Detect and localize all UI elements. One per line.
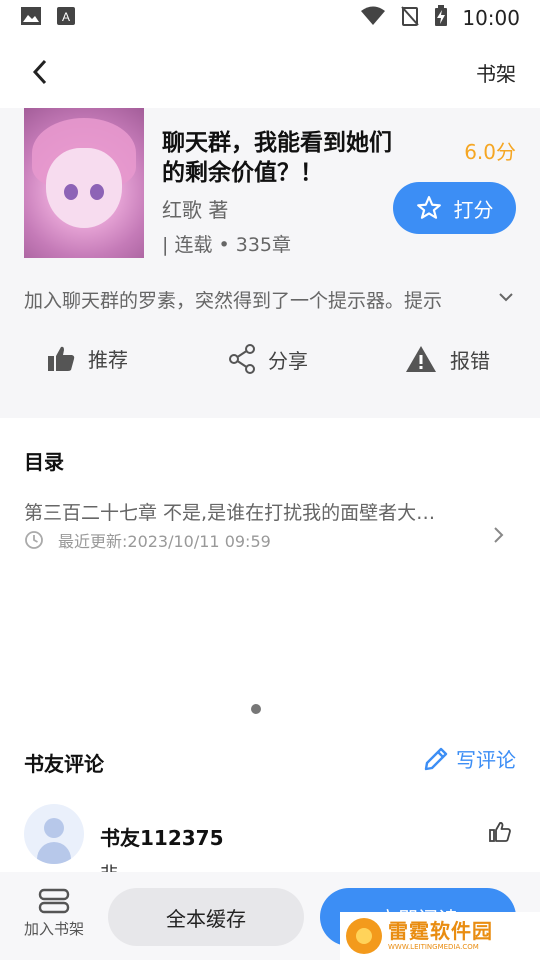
expand-synopsis-button[interactable] [498,288,514,307]
watermark: 雷霆软件园 WWW.LEITINGMEDIA.COM [340,912,540,960]
orange-logo-icon [346,918,382,954]
page-indicator-dot [251,704,261,714]
chevron-right-icon [492,526,504,548]
comments-title: 书友评论 [24,752,104,776]
battery-charging-icon [434,5,448,31]
book-cover [24,108,144,258]
star-icon [416,196,441,219]
latest-chapter-title: 第三百二十七章 不是,是谁在打扰我的面壁者大… [24,502,436,524]
watermark-url: WWW.LEITINGMEDIA.COM [388,943,479,951]
book-title: 聊天群，我能看到她们的剩余价值？！ [162,130,392,186]
chevron-left-icon [32,59,47,85]
rate-button-label: 打分 [453,197,494,222]
book-meta: | 连载 • 335章 [162,234,291,256]
rate-button[interactable]: 打分 [393,182,516,234]
add-to-shelf-button[interactable]: 加入书架 [18,888,90,939]
book-header: 聊天群，我能看到她们的剩余价值？！ 6.0分 红歌 著 | 连载 • 335章 … [0,108,540,418]
top-bar: 书架 [0,36,540,108]
write-comment-button[interactable]: 写评论 [422,744,516,773]
commenter-name[interactable]: 书友112375 [100,822,224,851]
report-error-label: 报错 [450,348,490,373]
status-bar: A 10:00 [0,0,540,36]
share-label: 分享 [268,348,308,373]
chevron-down-icon [499,293,513,302]
recommend-label: 推荐 [88,348,128,372]
book-author: 红歌 著 [162,198,229,222]
text-notification-icon: A [56,6,76,30]
report-error-button[interactable]: 报错 [404,344,490,374]
no-signal-icon [400,5,420,31]
chapter-update-info: 最近更新:2023/10/11 09:59 [24,528,271,552]
book-actions: 推荐 分享 报错 [0,344,540,384]
status-time: 10:00 [462,6,520,30]
recommend-button[interactable]: 推荐 [46,344,128,373]
add-to-shelf-label: 加入书架 [23,920,84,938]
svg-text:A: A [62,10,70,24]
watermark-text: 雷霆软件园 [388,919,493,943]
share-button[interactable]: 分享 [228,344,308,374]
back-button[interactable] [24,56,56,88]
comment-item: 书友112375 非 [0,800,540,885]
last-update-text: 最近更新:2023/10/11 09:59 [58,532,271,551]
book-score: 6.0分 [464,140,516,164]
gallery-notification-icon [20,6,42,30]
write-comment-label: 写评论 [456,748,516,772]
latest-chapter-row[interactable]: 第三百二十七章 不是,是谁在打扰我的面壁者大… 最近更新:2023/10/11 … [0,490,540,552]
share-icon [229,344,255,374]
book-synopsis[interactable]: 加入聊天群的罗素，突然得到了一个提示器。提示 [24,286,494,313]
thumbs-up-icon [48,346,75,371]
like-comment-button[interactable] [488,820,512,848]
warning-icon [406,346,436,372]
cache-full-book-button[interactable]: 全本缓存 [108,888,304,946]
pencil-icon [424,747,448,770]
bookshelf-icon [38,888,70,914]
thumbs-up-outline-icon [489,822,511,842]
bookshelf-link[interactable]: 书架 [476,58,516,87]
avatar[interactable] [24,804,84,864]
clock-icon [25,531,43,549]
wifi-icon [360,6,386,30]
toc-title: 目录 [24,450,64,474]
